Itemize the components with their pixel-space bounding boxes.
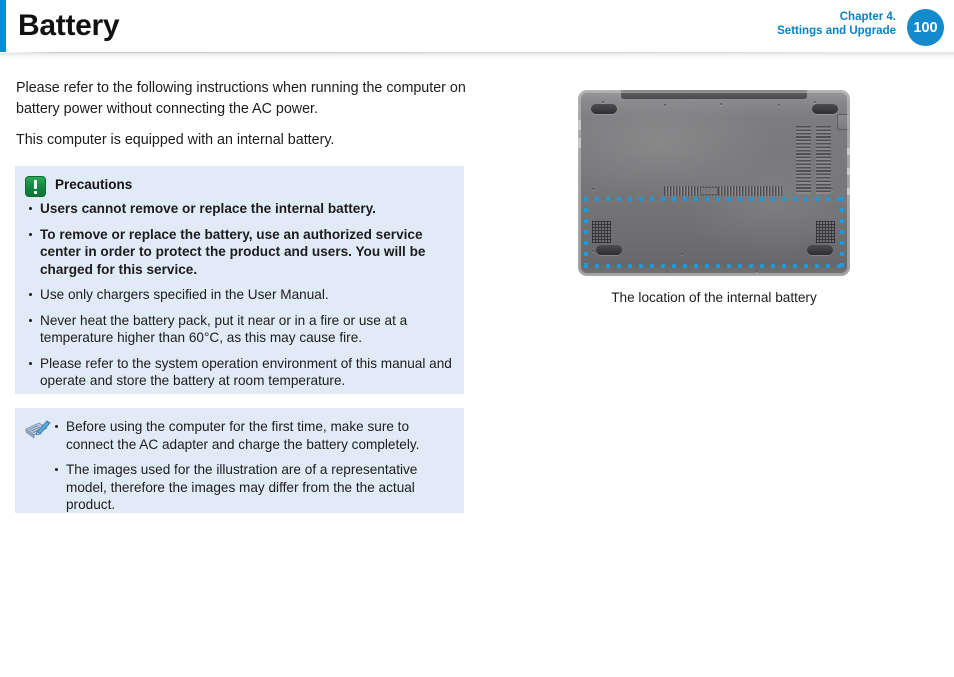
header-divider — [0, 52, 954, 59]
precautions-callout: Precautions Users cannot remove or repla… — [15, 166, 464, 394]
laptop-bottom-illustration — [578, 90, 850, 276]
precautions-header: Precautions — [25, 175, 454, 197]
precautions-list: Users cannot remove or replace the inter… — [25, 200, 454, 390]
list-item: Users cannot remove or replace the inter… — [25, 200, 454, 218]
note-list: Before using the computer for the first … — [51, 418, 454, 514]
precautions-title: Precautions — [55, 177, 133, 192]
intro-paragraph-2: This computer is equipped with an intern… — [16, 132, 335, 148]
header-accent-bar — [0, 0, 6, 52]
note-pencil-icon — [25, 420, 51, 439]
laptop-bottom-figure — [578, 90, 850, 276]
intro-text: Please refer to the following instructio… — [16, 78, 466, 151]
list-item: Please refer to the system operation env… — [25, 355, 454, 390]
laptop-rim — [578, 90, 850, 276]
intro-paragraph-1: Please refer to the following instructio… — [16, 80, 466, 117]
figure-caption: The location of the internal battery — [611, 290, 817, 305]
list-item: The images used for the illustration are… — [51, 461, 454, 514]
note-body: Before using the computer for the first … — [25, 418, 454, 514]
page-header: Battery Chapter 4. Settings and Upgrade … — [0, 0, 954, 53]
list-item: Use only chargers specified in the User … — [25, 286, 454, 304]
chapter-label: Chapter 4. Settings and Upgrade — [777, 10, 896, 38]
chapter-name: Settings and Upgrade — [777, 25, 896, 37]
page-title: Battery — [18, 9, 120, 42]
note-callout: Before using the computer for the first … — [15, 408, 464, 513]
warning-exclamation-icon — [25, 176, 46, 197]
list-item: Never heat the battery pack, put it near… — [25, 312, 454, 347]
list-item: To remove or replace the battery, use an… — [25, 226, 454, 279]
chapter-number: Chapter 4. — [839, 11, 896, 23]
page-number-badge: 100 — [907, 9, 944, 46]
list-item: Before using the computer for the first … — [51, 418, 454, 453]
